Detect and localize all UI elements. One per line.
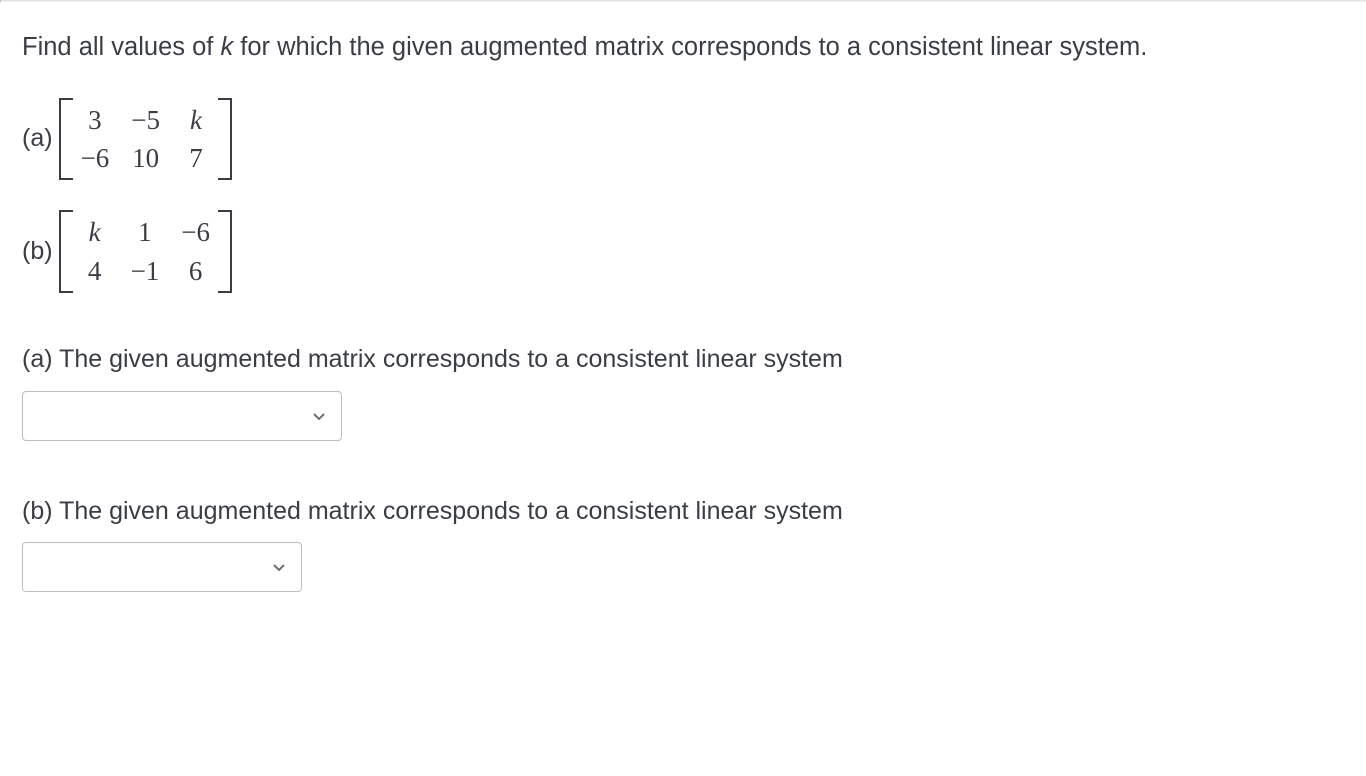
- matrix-part-b: (b) k 1 −6 4 −1 6: [22, 210, 1344, 293]
- matrix-b-grid: k 1 −6 4 −1 6: [73, 210, 218, 293]
- matrix-a-r1c1: 3: [81, 104, 110, 136]
- matrix-b: k 1 −6 4 −1 6: [59, 210, 232, 293]
- answer-block-b: (b) The given augmented matrix correspon…: [22, 493, 1344, 593]
- bracket-left-icon: [59, 210, 73, 293]
- matrix-a-grid: 3 −5 k −6 10 7: [73, 98, 218, 181]
- question-content: Find all values of k for which the given…: [0, 2, 1366, 592]
- matrix-a-r2c1: −6: [81, 142, 110, 174]
- bracket-right-icon: [218, 210, 232, 293]
- answer-b-prompt: (b) The given augmented matrix correspon…: [22, 493, 1344, 531]
- chevron-down-icon: [311, 408, 327, 424]
- matrix-a-r1c2: −5: [131, 104, 160, 136]
- answer-block-a: (a) The given augmented matrix correspon…: [22, 341, 1344, 441]
- question-prompt: Find all values of k for which the given…: [22, 28, 1344, 68]
- matrix-a-r2c2: 10: [131, 142, 160, 174]
- matrix-b-r2c3: 6: [181, 255, 210, 287]
- matrix-part-a: (a) 3 −5 k −6 10 7: [22, 98, 1344, 181]
- matrix-a-r1c3: k: [182, 104, 210, 136]
- answer-b-select[interactable]: [22, 542, 302, 592]
- question-text-prefix: Find all values of: [22, 33, 220, 61]
- part-a-label: (a): [22, 124, 53, 153]
- chevron-down-icon: [271, 559, 287, 575]
- question-variable-k: k: [220, 33, 233, 61]
- question-text-suffix: for which the given augmented matrix cor…: [233, 33, 1147, 61]
- bracket-right-icon: [218, 98, 232, 181]
- matrix-a: 3 −5 k −6 10 7: [59, 98, 232, 181]
- matrix-b-r2c1: 4: [81, 255, 109, 287]
- matrix-b-r1c2: 1: [131, 216, 160, 248]
- matrix-b-r1c1: k: [81, 216, 109, 248]
- answer-a-select[interactable]: [22, 391, 342, 441]
- bracket-left-icon: [59, 98, 73, 181]
- matrix-b-r1c3: −6: [181, 216, 210, 248]
- part-b-label: (b): [22, 237, 53, 266]
- answer-a-prompt: (a) The given augmented matrix correspon…: [22, 341, 1344, 379]
- matrix-a-r2c3: 7: [182, 142, 210, 174]
- matrix-b-r2c2: −1: [131, 255, 160, 287]
